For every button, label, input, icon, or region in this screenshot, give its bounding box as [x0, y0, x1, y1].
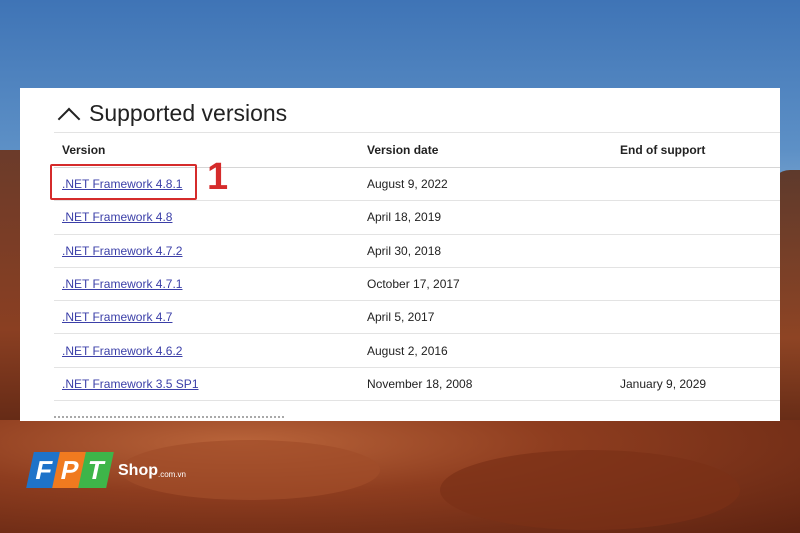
version-link[interactable]: .NET Framework 4.7.1	[62, 277, 182, 291]
table-row: .NET Framework 4.7.1 October 17, 2017	[54, 267, 780, 302]
version-link[interactable]: .NET Framework 4.6.2	[62, 344, 182, 358]
version-date-cell: April 18, 2019	[359, 200, 612, 235]
version-date-cell: April 5, 2017	[359, 300, 612, 335]
end-of-support-cell	[612, 300, 780, 335]
end-of-support-cell: January 9, 2029	[612, 367, 780, 402]
table-row: .NET Framework 3.5 SP1 November 18, 2008…	[54, 367, 780, 402]
version-cell: .NET Framework 4.6.2	[54, 333, 359, 368]
version-link[interactable]: .NET Framework 4.8	[62, 210, 172, 224]
column-header-end-of-support: End of support	[612, 132, 780, 168]
version-link[interactable]: .NET Framework 4.7.2	[62, 244, 182, 258]
supported-versions-panel: Supported versions Version Version date …	[20, 88, 780, 421]
table-header-row: Version Version date End of support	[54, 132, 780, 168]
version-cell: .NET Framework 3.5 SP1	[54, 367, 359, 402]
end-of-support-cell	[612, 167, 780, 202]
step-number-annotation: 1	[207, 156, 229, 198]
version-link[interactable]: .NET Framework 4.7	[62, 310, 172, 324]
end-of-support-cell	[612, 200, 780, 235]
end-of-support-cell	[612, 234, 780, 268]
table-row: .NET Framework 4.7 April 5, 2017	[54, 300, 780, 335]
version-cell: .NET Framework 4.8	[54, 200, 359, 235]
table-row: .NET Framework 4.8 April 18, 2019	[54, 200, 780, 235]
end-of-support-cell	[612, 333, 780, 368]
highlight-box	[50, 164, 197, 200]
section-title: Supported versions	[89, 100, 288, 126]
cut-off-text-line	[54, 416, 284, 421]
chevron-up-icon[interactable]	[57, 103, 79, 125]
version-link[interactable]: .NET Framework 3.5 SP1	[62, 377, 199, 391]
version-date-cell: April 30, 2018	[359, 234, 612, 268]
section-header[interactable]: Supported versions	[57, 100, 287, 127]
version-date-cell: November 18, 2008	[359, 367, 612, 402]
logo-shop-text: Shop	[118, 462, 158, 479]
column-header-version-date: Version date	[359, 132, 612, 168]
version-date-cell: August 9, 2022	[359, 167, 612, 202]
logo-letter-t: T	[78, 452, 114, 488]
logo-domain-text: .com.vn	[158, 470, 187, 479]
version-cell: .NET Framework 4.7.1	[54, 267, 359, 302]
version-cell: .NET Framework 4.7.2	[54, 234, 359, 268]
table-row: .NET Framework 4.7.2 April 30, 2018	[54, 234, 780, 268]
fpt-shop-logo: F P T Shop .com.vn	[26, 452, 187, 488]
version-date-cell: August 2, 2016	[359, 333, 612, 368]
version-date-cell: October 17, 2017	[359, 267, 612, 302]
end-of-support-cell	[612, 267, 780, 302]
version-cell: .NET Framework 4.7	[54, 300, 359, 335]
table-row: .NET Framework 4.6.2 August 2, 2016	[54, 333, 780, 368]
